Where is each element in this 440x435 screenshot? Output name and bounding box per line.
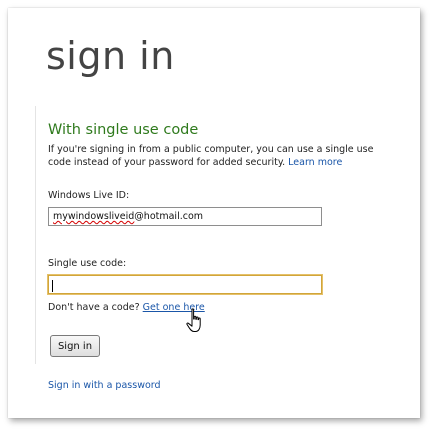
text-caret [52,280,53,292]
single-use-code-input[interactable] [48,275,322,294]
no-code-line: Don't have a code? Get one here [48,302,205,313]
sign-in-with-password-link[interactable]: Sign in with a password [48,380,161,391]
section-heading: With single use code [48,122,199,138]
left-divider [35,106,36,364]
live-id-input[interactable] [48,207,322,226]
page-title: sign in [46,34,175,78]
single-use-code-label: Single use code: [48,258,127,269]
learn-more-link[interactable]: Learn more [288,157,342,168]
sign-in-button[interactable]: Sign in [50,335,100,357]
sign-in-panel: sign in With single use code If you're s… [8,8,420,418]
intro-paragraph: If you're signing in from a public compu… [48,143,388,169]
live-id-label: Windows Live ID: [48,190,130,201]
no-code-text: Don't have a code? [48,302,140,313]
hand-pointer-icon [186,308,201,332]
